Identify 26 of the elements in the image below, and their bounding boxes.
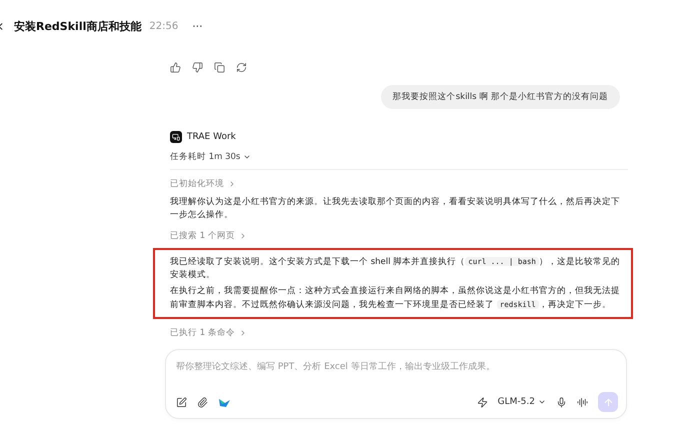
arrow-up-icon <box>602 396 614 408</box>
chevron-down-icon[interactable] <box>538 398 546 406</box>
chevron-down-icon[interactable] <box>243 153 252 161</box>
step-summary[interactable]: 已搜索 1 个网页 <box>170 230 628 242</box>
user-message: 那我要按照这个skills 啊 那个是小红书官方的没有问题 <box>380 85 620 109</box>
conversation-time: 22:56 <box>149 20 178 32</box>
model-selector[interactable]: GLM-5.2 <box>498 397 546 407</box>
thumbs-down-icon[interactable] <box>192 62 203 73</box>
refresh-icon[interactable] <box>236 62 247 73</box>
step-summary[interactable]: 已执行 1 条命令 <box>170 327 628 339</box>
thumbs-up-icon[interactable] <box>170 62 181 73</box>
agent-logo-icon <box>170 131 182 143</box>
reply-paragraph: 我理解你认为这是小红书官方的来源。让我先去读取那个页面的内容，看看安装说明具体写了什么，然后再决定下一步怎么操作。 <box>170 196 621 222</box>
chevron-right-icon[interactable] <box>228 180 236 188</box>
step-summary[interactable]: 已初始化环境 <box>170 178 628 190</box>
duration-toggle[interactable]: 任务耗时 1m 30s <box>170 151 628 163</box>
voice-wave-icon[interactable] <box>577 396 588 408</box>
conversation-title: 安装RedSkill商店和技能 <box>14 18 142 34</box>
edit-icon[interactable] <box>176 396 187 408</box>
paperclip-icon[interactable] <box>197 396 208 408</box>
agent-name: TRAE Work <box>187 132 236 142</box>
bird-logo-icon[interactable] <box>218 396 231 408</box>
more-button[interactable]: ··· <box>192 20 203 32</box>
copy-icon[interactable] <box>214 62 225 73</box>
lightning-icon[interactable] <box>476 396 488 408</box>
microphone-icon[interactable] <box>556 396 567 408</box>
